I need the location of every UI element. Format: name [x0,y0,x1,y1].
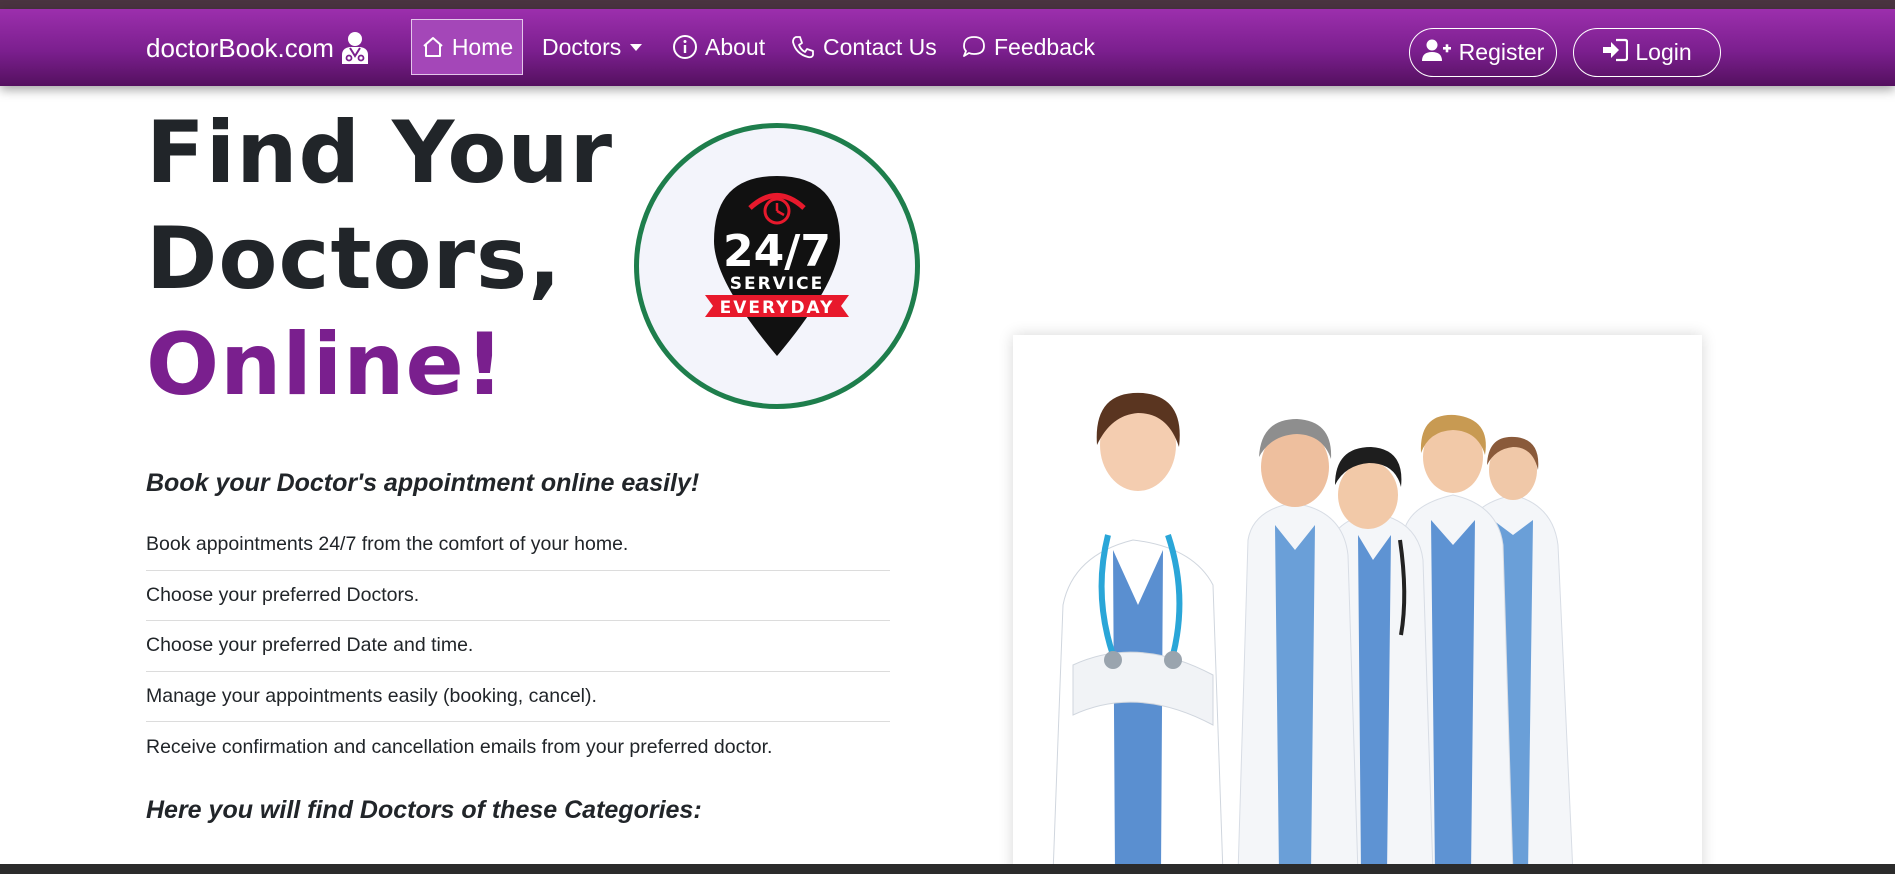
doctors-photo-card [1013,335,1702,874]
nav-home[interactable]: Home [411,19,523,75]
service-badge: 24/7 SERVICE EVERYDAY [634,123,920,409]
sign-in-icon [1602,38,1629,68]
nav-contact-label: Contact Us [823,33,937,60]
chat-icon [961,34,987,60]
nav-feedback-label: Feedback [994,33,1096,60]
map-pin-24-7-icon: 24/7 SERVICE EVERYDAY [705,176,849,356]
doctors-group-photo [1052,392,1574,874]
doctor-icon [340,31,370,65]
hero-title-line1: Find Your [146,103,614,203]
home-icon [421,35,445,59]
info-icon [672,34,698,60]
brand-link[interactable]: doctorBook.com [146,31,370,65]
nav-feedback[interactable]: Feedback [961,19,1095,75]
register-label: Register [1458,39,1545,65]
phone-icon [790,34,816,60]
categories-heading: Here you will find Doctors of these Cate… [146,796,702,824]
login-button[interactable]: Login [1573,28,1721,77]
brand-text: doctorBook.com [146,32,334,63]
nav-home-label: Home [451,33,514,60]
register-button[interactable]: Register [1409,28,1557,77]
nav-doctors-dropdown[interactable]: Doctors [542,19,643,75]
list-item: Book appointments 24/7 from the comfort … [146,520,890,571]
list-item: Choose your preferred Date and time. [146,621,890,672]
list-item: Choose your preferred Doctors. [146,571,890,621]
nav-about-label: About [705,33,766,60]
nav-about[interactable]: About [672,19,765,75]
hero-title-line2: Doctors, [146,209,562,309]
login-label: Login [1635,39,1692,65]
nav-doctors-label: Doctors [542,33,622,60]
list-item: Manage your appointments easily (booking… [146,672,890,722]
hero-title: Find Your Doctors, Online! [146,100,613,418]
caret-down-icon [630,43,643,51]
nav-contact[interactable]: Contact Us [790,19,937,75]
badge-big-text: 24/7 [723,226,831,277]
badge-ribbon-text: EVERYDAY [720,298,835,318]
navbar: doctorBook.com Home Doctors About Contac… [0,9,1895,86]
list-item: Receive confirmation and cancellation em… [146,735,773,758]
subhead: Book your Doctor's appointment online ea… [146,469,700,497]
top-strip [0,0,1895,9]
features-list: Book appointments 24/7 from the comfort … [146,520,890,773]
add-user-icon [1421,38,1452,68]
hero-title-accent: Online! [146,315,506,415]
badge-service-text: SERVICE [730,274,825,294]
bottom-bar [0,864,1895,874]
